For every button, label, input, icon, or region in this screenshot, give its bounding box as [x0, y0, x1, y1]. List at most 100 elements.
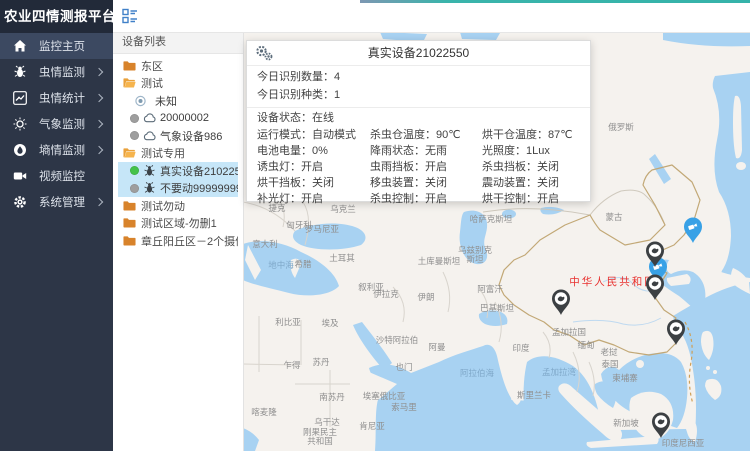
country-label: 土耳其	[329, 253, 355, 263]
folder-closed-icon	[123, 200, 136, 212]
country-label: 埃及	[321, 318, 339, 328]
status-dot-online	[130, 166, 139, 175]
hokkaido	[736, 162, 746, 170]
popup-summary: 今日识别数量：4今日识别种类：1	[247, 66, 590, 108]
folder-open-icon	[123, 147, 136, 159]
country-label: 柬埔寨	[612, 373, 638, 383]
status-dot-offline	[130, 114, 139, 123]
device-param: 运行模式：自动模式	[247, 127, 360, 143]
device-param: 补光灯：开启	[247, 191, 360, 207]
settings-cogs-icon[interactable]	[255, 45, 273, 61]
china-label: 中华人民共和国	[569, 275, 657, 288]
tree-folder[interactable]: 测试勿动	[118, 197, 238, 215]
country-label: 苏丹	[312, 357, 330, 367]
tree-folder[interactable]: 测试区域-勿删1	[118, 215, 238, 233]
tree-device[interactable]: 未知	[118, 92, 238, 110]
tree-device[interactable]: 气象设备986	[118, 127, 238, 145]
device-status: 设备状态：在线	[247, 110, 590, 127]
sidebar-item-home[interactable]: 监控主页	[0, 33, 113, 59]
country-label: 肯尼亚	[359, 421, 385, 431]
sidebar-menu: 监控主页虫情监测虫情统计气象监测墒情监测视频监控系统管理	[0, 33, 113, 215]
sidebar-item-label: 系统管理	[39, 194, 85, 210]
popup-title: 真实设备21022550	[247, 41, 590, 65]
country-label: 希腊	[294, 259, 312, 269]
device-info-popup: 真实设备21022550 今日识别数量：4今日识别种类：1 设备状态：在线 运行…	[246, 40, 591, 202]
country-label: 意大利	[252, 239, 278, 249]
gear-icon	[13, 195, 27, 209]
tree-device[interactable]: 真实设备21022550	[118, 162, 238, 180]
tree-label: 测试勿动	[141, 198, 185, 214]
insect-device-pin[interactable]	[552, 290, 570, 316]
tree-folder[interactable]: 东区	[118, 57, 238, 75]
tree-label: 测试	[141, 75, 163, 91]
sidebar-item-insect-stats[interactable]: 虫情统计	[0, 85, 113, 111]
country-label: 哈萨克斯坦	[470, 214, 513, 224]
country-label: 老挝	[600, 347, 618, 357]
lake-baikal	[649, 154, 671, 184]
device-tree: 东区测试未知20000002气象设备986测试专用真实设备21022550不要动…	[113, 54, 243, 250]
folder-closed-icon	[123, 235, 136, 247]
tree-label: 未知	[155, 93, 177, 109]
sea-of-japan	[713, 72, 750, 278]
tree-folder[interactable]: 测试专用	[118, 145, 238, 163]
bug-icon	[13, 65, 27, 79]
country-label: 埃塞俄比亚	[363, 391, 406, 401]
weather-icon	[13, 117, 27, 131]
folder-open-icon	[123, 77, 136, 89]
device-list-panel: 设备列表 东区测试未知20000002气象设备986测试专用真实设备210225…	[113, 32, 244, 451]
sidebar-item-label: 视频监控	[39, 168, 85, 184]
tree-folder[interactable]: 章丘阳丘区－2个摄像头	[118, 232, 238, 250]
tree-folder[interactable]: 测试	[118, 75, 238, 93]
device-param: 移虫装置：关闭	[360, 175, 472, 191]
insect-device-pin[interactable]	[646, 275, 664, 301]
chevron-right-icon	[95, 94, 103, 102]
sidebar-item-insect-monitor[interactable]: 虫情监测	[0, 59, 113, 85]
tree-toggle-icon[interactable]	[122, 8, 138, 24]
insect-device-pin[interactable]	[667, 320, 685, 346]
country-label: 乍得	[283, 360, 301, 370]
topbar	[113, 0, 750, 33]
country-label: 伊拉克	[373, 289, 399, 299]
country-label: 伊朗	[417, 292, 434, 302]
tree-label: 东区	[141, 58, 163, 74]
sidebar-item-weather-monitor[interactable]: 气象监测	[0, 111, 113, 137]
cloud-icon	[143, 112, 156, 124]
device-param: 杀虫挡板：关闭	[472, 159, 590, 175]
folder-closed-icon	[123, 60, 136, 72]
sidebar-item-label: 虫情统计	[39, 90, 85, 106]
camera-device-pin[interactable]	[684, 218, 702, 244]
country-label: 巴基斯坦	[480, 303, 515, 313]
status-dot-offline	[130, 184, 139, 193]
country-label: 南苏丹	[319, 392, 345, 402]
device-param: 杀虫仓温度：90℃	[360, 127, 472, 143]
sidebar-item-label: 气象监测	[39, 116, 85, 132]
country-label: 罗马尼亚	[305, 224, 340, 234]
sidebar-item-soil-monitor[interactable]: 墒情监测	[0, 137, 113, 163]
chevron-right-icon	[95, 68, 103, 76]
sidebar-item-system[interactable]: 系统管理	[0, 189, 113, 215]
country-label: 阿富汗	[477, 284, 503, 294]
country-label: 乌干达	[314, 417, 340, 427]
popup-header: 真实设备21022550	[247, 41, 590, 66]
philippine-sea	[673, 282, 750, 451]
soil-moisture-icon	[13, 143, 27, 157]
video-icon	[13, 169, 27, 183]
tree-device[interactable]: 20000002	[118, 110, 238, 128]
device-list-header: 设备列表	[113, 32, 243, 54]
device-param: 诱虫灯：开启	[247, 159, 360, 175]
popup-summary-row: 今日识别数量：4	[247, 68, 590, 86]
tree-device[interactable]: 不要动99999999	[118, 180, 238, 198]
app-title: 农业四情测报平台	[0, 0, 113, 33]
country-label: 孟加拉国	[552, 327, 586, 337]
country-label: 泰国	[601, 359, 618, 369]
country-label: 乌兹别克斯坦	[458, 245, 493, 264]
tree-label: 章丘阳丘区－2个摄像头	[141, 233, 238, 249]
folder-closed-icon	[123, 217, 136, 229]
tree-label: 测试区域-勿删1	[141, 215, 217, 231]
chevron-right-icon	[95, 198, 103, 206]
sidebar: 农业四情测报平台 监控主页虫情监测虫情统计气象监测墒情监测视频监控系统管理	[0, 0, 113, 451]
sidebar-item-video-monitor[interactable]: 视频监控	[0, 163, 113, 189]
popup-summary-row: 今日识别种类：1	[247, 86, 590, 104]
tree-label: 真实设备21022550	[160, 163, 238, 179]
sidebar-item-label: 监控主页	[39, 38, 85, 54]
